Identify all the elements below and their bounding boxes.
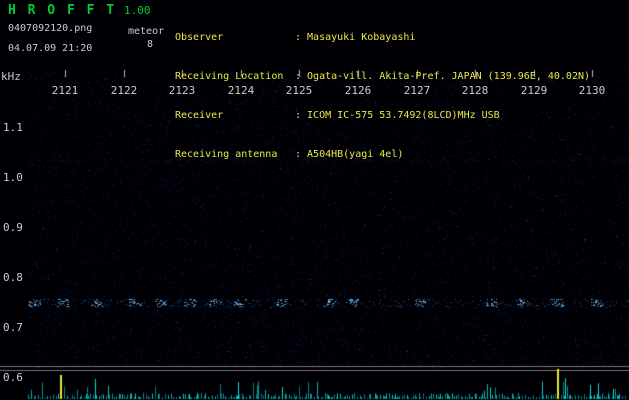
x-tick-label: 2129 bbox=[520, 84, 548, 97]
x-tick-label: 2123 bbox=[168, 84, 196, 97]
app-version: 1.00 bbox=[124, 4, 151, 17]
mode-label: meteor bbox=[128, 26, 165, 37]
y-axis-unit: kHz bbox=[1, 70, 21, 83]
datetime-label: 04.07.09 21:20 bbox=[8, 43, 93, 54]
info-value: : A504HB(yagi 4el) bbox=[295, 149, 404, 160]
x-tick-label: 2125 bbox=[285, 84, 313, 97]
meteor-count: 8 bbox=[147, 39, 154, 50]
info-value: : ICOM IC-575 53.7492(8LCD)MHz USB bbox=[295, 110, 500, 121]
x-tick-label: 2124 bbox=[227, 84, 255, 97]
x-tick-label: 2126 bbox=[344, 84, 372, 97]
y-tick-label: 0.8 bbox=[3, 271, 23, 284]
app-title: H R O F F T bbox=[8, 3, 117, 18]
info-row-receiver: Receiver : ICOM IC-575 53.7492(8LCD)MHz … bbox=[175, 109, 590, 122]
output-filename: 0407092120.png bbox=[8, 23, 93, 34]
y-tick-label: 1.1 bbox=[3, 121, 23, 134]
x-tick-label: 2127 bbox=[403, 84, 431, 97]
y-tick-label: 1.0 bbox=[3, 171, 23, 184]
info-row-observer: Observer : Masayuki Kobayashi bbox=[175, 31, 590, 44]
info-label: Receiving Location bbox=[175, 71, 284, 82]
info-value: : Masayuki Kobayashi bbox=[295, 32, 416, 43]
info-label: Receiving antenna bbox=[175, 149, 278, 160]
info-row-antenna: Receiving antenna : A504HB(yagi 4el) bbox=[175, 148, 590, 161]
info-row-location: Receiving Location : Ogata-vill. Akita-P… bbox=[175, 70, 590, 83]
x-tick-label: 2128 bbox=[461, 84, 489, 97]
x-tick-label: 2130 bbox=[578, 84, 606, 97]
y-tick-label: 0.9 bbox=[3, 221, 23, 234]
y-tick-label: 0.7 bbox=[3, 321, 23, 334]
hrofft-window: H R O F F T 1.00 0407092120.png meteor 8… bbox=[0, 0, 629, 400]
x-tick-label: 2122 bbox=[110, 84, 138, 97]
y-tick-label: 0.6 bbox=[3, 371, 23, 384]
x-tick-label: 2121 bbox=[51, 84, 79, 97]
info-value: : Ogata-vill. Akita-Pref. JAPAN (139.96E… bbox=[295, 71, 591, 82]
info-label: Receiver bbox=[175, 110, 224, 121]
info-label: Observer bbox=[175, 32, 224, 43]
